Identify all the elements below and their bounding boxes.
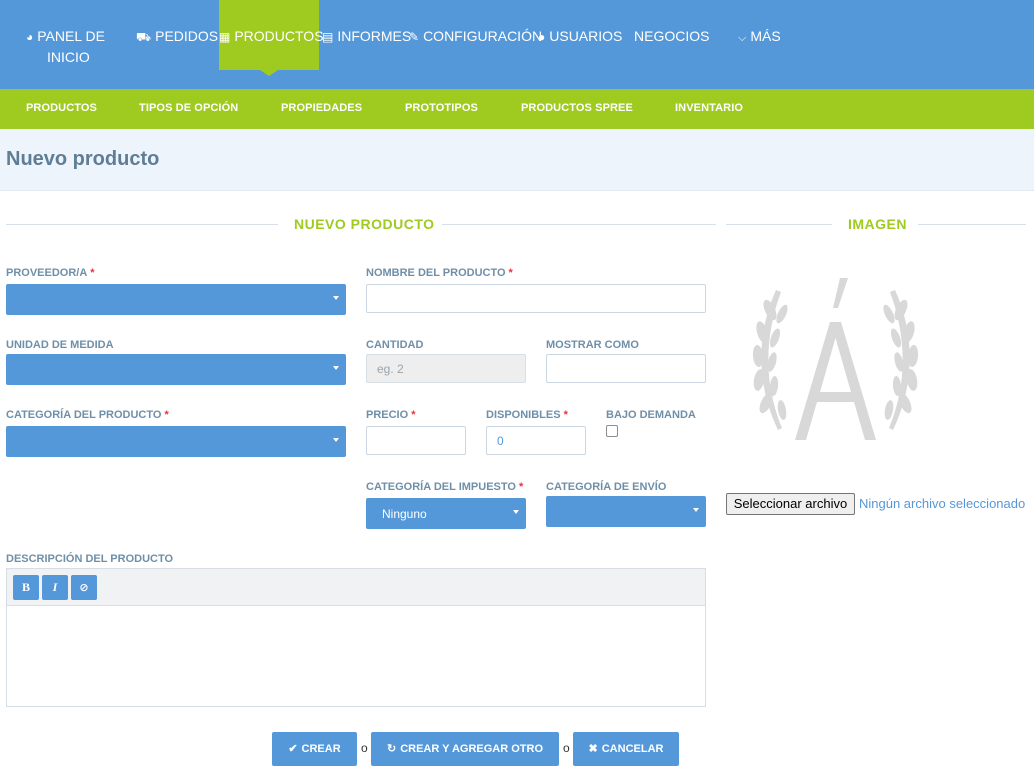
- unit-label: UNIDAD DE MEDIDA: [6, 339, 114, 351]
- choose-file-button[interactable]: Seleccionar archivo: [726, 493, 855, 515]
- quantity-label: CANTIDAD: [366, 339, 424, 351]
- product-name-label: NOMBRE DEL PRODUCTO *: [366, 267, 513, 279]
- subnav-item-inventory[interactable]: INVENTARIO: [675, 102, 743, 114]
- section-divider: [6, 224, 278, 225]
- subnav-item-option-types[interactable]: TIPOS DE OPCIÓN: [139, 102, 238, 114]
- nav-item-businesses[interactable]: NEGOCIOS: [634, 26, 709, 46]
- or-separator: o: [361, 741, 368, 755]
- section-title-new-product: NUEVO PRODUCTO: [294, 216, 435, 232]
- tax-category-label: CATEGORÍA DEL IMPUESTO *: [366, 481, 524, 493]
- nav-item-orders[interactable]: ⛟ PEDIDOS: [136, 26, 218, 47]
- wrench-icon: ✎: [409, 30, 420, 44]
- on-demand-checkbox[interactable]: [606, 425, 618, 437]
- nav-item-configuration[interactable]: ✎ CONFIGURACIÓN: [409, 26, 542, 47]
- section-divider: [726, 224, 832, 225]
- check-icon: ✔: [288, 743, 298, 755]
- subnav-item-prototypes[interactable]: PROTOTIPOS: [405, 102, 478, 114]
- product-name-input[interactable]: [366, 284, 706, 313]
- description-label: DESCRIPCIÓN DEL PRODUCTO: [6, 553, 174, 565]
- create-button[interactable]: ✔ CREAR: [272, 732, 357, 766]
- subnav-item-properties[interactable]: PROPIEDADES: [281, 102, 362, 114]
- dashboard-icon: ◕: [26, 30, 34, 44]
- display-as-input[interactable]: [546, 354, 706, 383]
- chevron-down-icon: ⌵: [738, 32, 747, 44]
- dropdown-caret-icon: [513, 510, 519, 514]
- italic-button[interactable]: I: [42, 575, 68, 600]
- dropdown-caret-icon: [333, 296, 339, 300]
- supplier-select[interactable]: [6, 284, 346, 315]
- sub-navigation: PRODUCTOS TIPOS DE OPCIÓN PROPIEDADES PR…: [0, 89, 1034, 135]
- nav-item-users[interactable]: ● USUARIOS: [538, 26, 622, 47]
- section-title-image: IMAGEN: [848, 216, 907, 232]
- price-label: PRECIO *: [366, 409, 416, 421]
- on-demand-label: BAJO DEMANDA: [606, 409, 696, 421]
- tax-category-select[interactable]: Ninguno: [366, 498, 526, 529]
- section-divider: [918, 224, 1026, 225]
- nav-item-dashboard[interactable]: ◕ PANEL DE INICIO: [26, 26, 105, 67]
- active-nav-arrow: [260, 70, 278, 76]
- grid-icon: ▦: [219, 30, 231, 44]
- nav-item-reports[interactable]: ▤ INFORMES: [322, 26, 411, 47]
- category-label: CATEGORÍA DEL PRODUCTO *: [6, 409, 169, 421]
- cancel-button[interactable]: ✖ CANCELAR: [573, 732, 679, 766]
- editor-toolbar: B I ⊘: [7, 569, 705, 606]
- dropdown-caret-icon: [333, 366, 339, 370]
- page-title: Nuevo producto: [6, 148, 160, 170]
- nav-item-more[interactable]: ⌵ MÁS: [738, 26, 781, 48]
- dropdown-caret-icon: [693, 508, 699, 512]
- create-and-add-another-button[interactable]: ↻ CREAR Y AGREGAR OTRO: [371, 732, 559, 766]
- section-divider: [442, 224, 716, 225]
- description-editor[interactable]: B I ⊘: [6, 568, 706, 707]
- category-select[interactable]: [6, 426, 346, 457]
- available-input[interactable]: 0: [486, 426, 586, 455]
- cart-icon: ⛟: [136, 30, 152, 44]
- no-file-text: Ningún archivo seleccionado: [859, 496, 1026, 511]
- subnav-item-products[interactable]: PRODUCTOS: [26, 102, 97, 114]
- top-navigation: ◕ PANEL DE INICIO ⛟ PEDIDOS ▦ PRODUCTOS ▤ IN…: [0, 0, 1034, 89]
- subnav-item-spree-products[interactable]: PRODUCTOS SPREE: [521, 102, 633, 114]
- or-separator: o: [563, 741, 570, 755]
- nav-item-products[interactable]: ▦ PRODUCTOS: [219, 26, 324, 47]
- supplier-label: PROVEEDOR/A *: [6, 267, 95, 279]
- user-icon: ●: [538, 30, 546, 44]
- price-input[interactable]: [366, 426, 466, 455]
- dropdown-caret-icon: [333, 438, 339, 442]
- shipping-category-select[interactable]: [546, 496, 706, 527]
- placeholder-logo-image: [752, 278, 919, 440]
- clear-format-button[interactable]: ⊘: [71, 575, 97, 600]
- bold-button[interactable]: B: [13, 575, 39, 600]
- shipping-category-label: CATEGORÍA DE ENVÍO: [546, 481, 667, 493]
- page-header: Nuevo producto: [0, 129, 1034, 191]
- available-label: DISPONIBLES *: [486, 409, 568, 421]
- quantity-input: eg. 2: [366, 354, 526, 383]
- unit-select[interactable]: [6, 354, 346, 385]
- close-icon: ✖: [588, 743, 598, 755]
- display-as-label: MOSTRAR COMO: [546, 339, 639, 351]
- file-icon: ▤: [322, 30, 334, 44]
- refresh-icon: ↻: [386, 743, 397, 755]
